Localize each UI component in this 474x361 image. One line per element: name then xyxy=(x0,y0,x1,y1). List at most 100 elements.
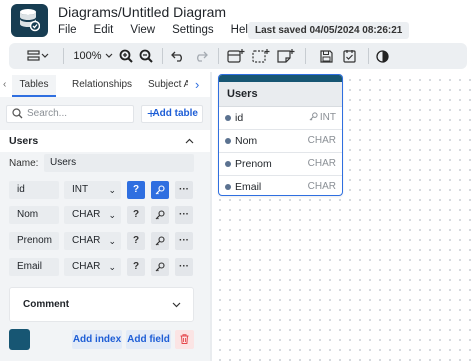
tab-tables[interactable]: Tables xyxy=(12,75,56,97)
diagram-title[interactable]: Diagrams/Untitled Diagram xyxy=(58,4,226,20)
add-table-label: Add table xyxy=(152,108,198,119)
table-card-field[interactable]: Email CHAR xyxy=(219,176,342,195)
field-handle-dot[interactable] xyxy=(225,161,231,167)
save-button[interactable] xyxy=(317,43,335,69)
zoom-out-button[interactable] xyxy=(137,43,155,69)
field-type-select[interactable]: CHAR ⌄ xyxy=(64,232,121,250)
field-type-select[interactable]: CHAR ⌄ xyxy=(64,258,121,276)
tab-relationships[interactable]: Relationships xyxy=(72,75,132,97)
table-card-color-bar xyxy=(219,75,342,82)
theme-icon xyxy=(375,49,389,63)
sidebar-tabs: ‹ Tables Relationships Subject A › xyxy=(0,75,210,97)
add-note-button[interactable] xyxy=(276,43,296,69)
field-name-input[interactable]: Email xyxy=(9,258,59,276)
field-name-input[interactable]: id xyxy=(9,181,59,199)
zoom-in-button[interactable] xyxy=(117,43,135,69)
table-name-label: Name: xyxy=(9,158,39,169)
toolbar-divider xyxy=(368,48,369,64)
chevron-down-icon: ⌄ xyxy=(108,262,116,272)
not-null-toggle[interactable]: ? xyxy=(127,181,145,199)
field-type-select[interactable]: CHAR ⌄ xyxy=(64,206,121,224)
toolbar-divider xyxy=(63,48,64,64)
table-card-field-name: id xyxy=(235,112,244,124)
table-name-input[interactable]: Users xyxy=(44,154,194,172)
search-icon xyxy=(12,108,23,119)
table-card-title: Users xyxy=(219,82,342,107)
table-card-field[interactable]: id INT xyxy=(219,107,342,130)
todo-button[interactable] xyxy=(340,43,358,69)
field-type-text: INT xyxy=(319,112,336,123)
more-options-button[interactable]: ··· xyxy=(175,206,193,224)
field-name-input[interactable]: Nom xyxy=(9,206,59,224)
plus-icon: + xyxy=(147,105,156,121)
table-card-field-name: Nom xyxy=(235,135,258,147)
table-color-picker[interactable] xyxy=(9,329,30,350)
panel-resize-handle[interactable] xyxy=(210,72,212,361)
menu-settings[interactable]: Settings xyxy=(172,24,214,36)
table-card-field-type: CHAR xyxy=(307,181,336,192)
sidebar-panel: Search... + Add table Users Name: Users … xyxy=(0,97,210,361)
more-options-button[interactable]: ··· xyxy=(175,181,193,199)
trash-icon xyxy=(180,334,189,344)
menu-view[interactable]: View xyxy=(130,24,155,36)
theme-toggle[interactable] xyxy=(373,43,391,69)
field-handle-dot[interactable] xyxy=(225,184,231,190)
toolbar-divider xyxy=(305,48,306,64)
field-type-value: CHAR xyxy=(72,209,101,220)
layout-button[interactable] xyxy=(23,43,53,69)
not-null-toggle[interactable]: ? xyxy=(127,206,145,224)
add-table-icon xyxy=(227,49,245,63)
tabs-scroll-left-icon[interactable]: ‹ xyxy=(3,79,6,90)
chevron-down-icon: ⌄ xyxy=(108,210,116,220)
not-null-toggle[interactable]: ? xyxy=(127,258,145,276)
delete-table-button[interactable] xyxy=(175,330,194,349)
table-section-title: Users xyxy=(9,135,39,147)
redo-button[interactable] xyxy=(192,43,210,69)
table-card-field-name: Prenom xyxy=(235,158,272,170)
chevron-up-icon xyxy=(185,138,194,144)
zoom-out-icon xyxy=(139,49,153,63)
menu-edit[interactable]: Edit xyxy=(94,24,114,36)
toolbar-divider xyxy=(162,48,163,64)
add-table-sidebar-button[interactable]: + Add table xyxy=(141,105,203,123)
more-options-button[interactable]: ··· xyxy=(175,258,193,276)
primary-key-toggle[interactable] xyxy=(151,206,169,224)
primary-key-toggle[interactable] xyxy=(151,258,169,276)
comment-accordion[interactable]: Comment xyxy=(9,287,194,322)
menu-file[interactable]: File xyxy=(58,24,77,36)
zoom-dropdown[interactable]: 100% xyxy=(71,43,115,69)
field-type-value: INT xyxy=(72,184,89,195)
table-card-users[interactable]: Users id INT Nom CHAR Prenom CHAR Email … xyxy=(218,74,343,196)
add-table-button[interactable] xyxy=(226,43,246,69)
save-icon xyxy=(319,49,333,63)
add-area-icon xyxy=(252,49,270,63)
field-type-value: CHAR xyxy=(72,261,101,272)
field-name-input[interactable]: Prenom xyxy=(9,232,59,250)
chevron-down-icon xyxy=(105,53,112,58)
tab-subject-areas[interactable]: Subject A xyxy=(148,75,188,97)
not-null-toggle[interactable]: ? xyxy=(127,232,145,250)
table-card-field[interactable]: Nom CHAR xyxy=(219,130,342,153)
toolbar: 100% xyxy=(9,43,467,69)
tabs-scroll-right-icon[interactable]: › xyxy=(195,77,199,92)
undo-icon xyxy=(171,51,182,62)
database-icon xyxy=(20,9,40,32)
field-type-select[interactable]: INT ⌄ xyxy=(64,181,121,199)
add-field-button[interactable]: Add field xyxy=(126,330,171,349)
app-logo xyxy=(11,4,48,37)
table-card-field-type: CHAR xyxy=(307,135,336,146)
table-card-field[interactable]: Prenom CHAR xyxy=(219,153,342,176)
field-handle-dot[interactable] xyxy=(225,115,231,121)
primary-key-toggle[interactable] xyxy=(151,232,169,250)
key-icon xyxy=(309,112,318,121)
undo-button[interactable] xyxy=(169,43,187,69)
primary-key-toggle[interactable] xyxy=(151,181,169,199)
add-note-icon xyxy=(277,49,295,63)
search-input[interactable]: Search... xyxy=(6,105,134,123)
more-options-button[interactable]: ··· xyxy=(175,232,193,250)
add-index-button[interactable]: Add index xyxy=(72,330,122,349)
table-section-header[interactable]: Users xyxy=(0,130,210,152)
key-icon xyxy=(155,210,165,220)
field-handle-dot[interactable] xyxy=(225,138,231,144)
add-area-button[interactable] xyxy=(251,43,271,69)
